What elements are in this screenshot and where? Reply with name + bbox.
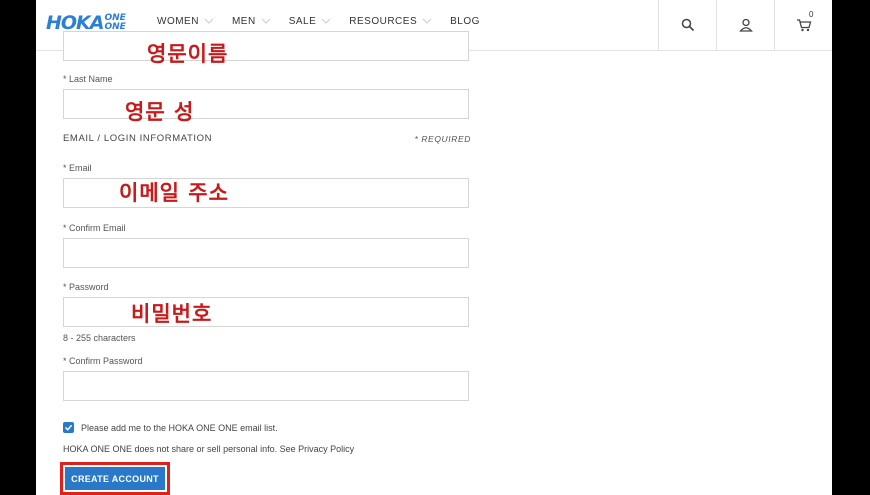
email-label: * Email xyxy=(63,163,92,173)
password-hint: 8 - 255 characters xyxy=(63,333,136,343)
search-icon xyxy=(681,18,694,32)
chevron-down-icon xyxy=(204,18,214,24)
nav-resources[interactable]: RESOURCES xyxy=(349,16,432,27)
confirm-email-label: * Confirm Email xyxy=(63,223,126,233)
header-actions: 0 xyxy=(658,0,832,50)
nav-sale-label: SALE xyxy=(288,15,317,27)
nav-sale[interactable]: SALE xyxy=(289,16,332,27)
nav-men-label: MEN xyxy=(231,15,256,27)
cart-count: 0 xyxy=(809,10,814,19)
last-name-input[interactable] xyxy=(63,89,469,119)
nav-women-label: WOMEN xyxy=(157,15,199,27)
first-name-input[interactable] xyxy=(63,31,469,61)
chevron-down-icon xyxy=(422,18,432,24)
newsletter-label: Please add me to the HOKA ONE ONE email … xyxy=(81,423,278,433)
search-button[interactable] xyxy=(658,0,716,50)
nav-men[interactable]: MEN xyxy=(232,16,271,27)
required-note: * REQUIRED xyxy=(414,134,471,144)
confirm-password-label: * Confirm Password xyxy=(63,356,143,366)
cart-button[interactable]: 0 xyxy=(774,0,832,50)
nav-blog-label: BLOG xyxy=(450,15,480,27)
confirm-password-input[interactable] xyxy=(63,371,469,401)
nav-resources-label: RESOURCES xyxy=(349,15,418,27)
confirm-email-input[interactable] xyxy=(63,238,469,268)
newsletter-checkbox[interactable] xyxy=(63,422,74,433)
first-name-annotation: 영문이름 xyxy=(147,42,229,66)
chevron-down-icon xyxy=(321,18,331,24)
password-annotation: 비밀번호 xyxy=(131,302,213,326)
create-account-highlight: CREATE ACCOUNT xyxy=(60,462,170,495)
checkmark-icon xyxy=(64,424,73,431)
account-icon xyxy=(738,18,753,32)
privacy-note: HOKA ONE ONE does not share or sell pers… xyxy=(63,444,355,454)
create-account-button[interactable]: CREATE ACCOUNT xyxy=(65,467,165,490)
chevron-down-icon xyxy=(261,18,271,24)
section-title: EMAIL / LOGIN INFORMATION xyxy=(63,133,213,144)
password-label: * Password xyxy=(63,282,109,292)
last-name-annotation: 영문 성 xyxy=(125,100,195,124)
cart-icon xyxy=(796,19,811,32)
email-annotation: 이메일 주소 xyxy=(119,181,229,205)
last-name-label: * Last Name xyxy=(63,74,113,84)
nav-women[interactable]: WOMEN xyxy=(157,16,214,27)
signup-page: HOKA ONE ONE WOMEN MEN SALE RESOURCES BL… xyxy=(36,0,832,495)
nav-blog[interactable]: BLOG xyxy=(450,16,480,27)
account-button[interactable] xyxy=(716,0,774,50)
password-input[interactable] xyxy=(63,297,469,327)
logo-sub: ONE ONE xyxy=(104,14,125,32)
